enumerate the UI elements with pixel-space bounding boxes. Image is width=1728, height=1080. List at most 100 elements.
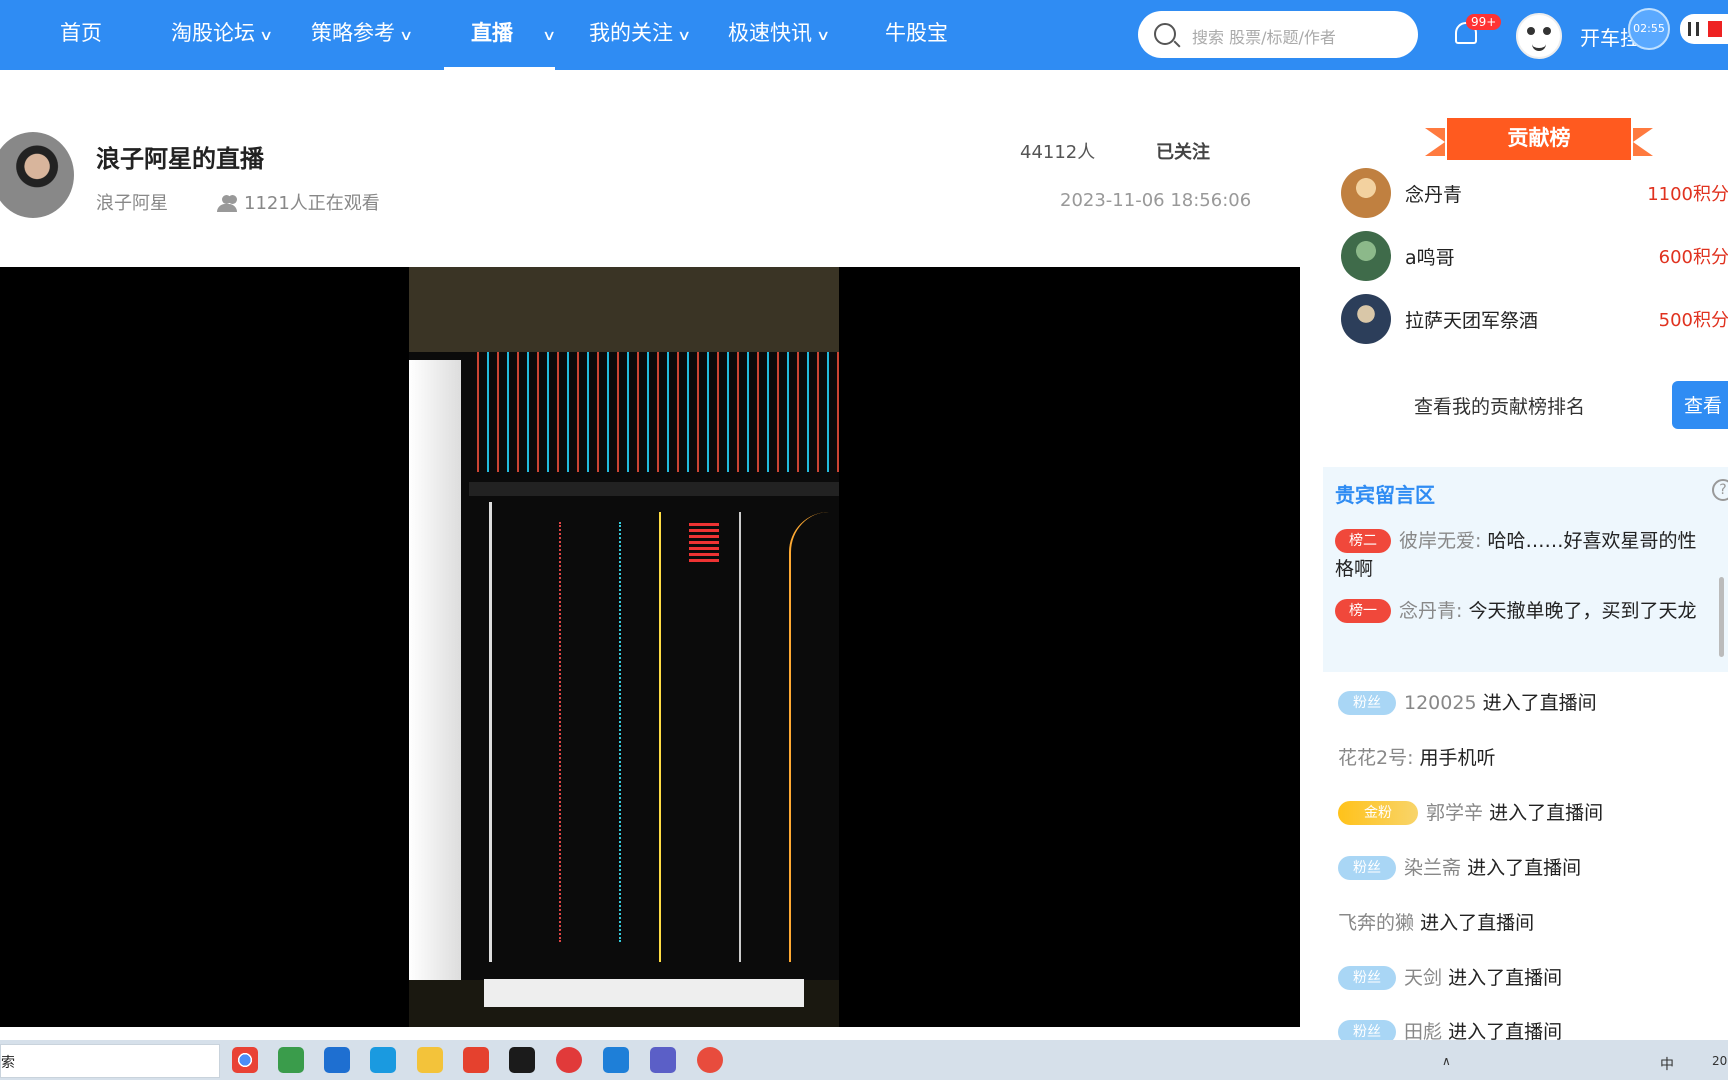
chevron-down-icon: ∨	[258, 28, 274, 44]
rank-points: 1100积分	[1647, 184, 1728, 205]
rank-item[interactable]: a鸣哥 600积分	[1341, 231, 1728, 283]
viewer-count: 1121人正在观看	[216, 189, 380, 215]
nav-label: 淘股论坛	[171, 21, 255, 45]
pause-icon	[1696, 22, 1699, 36]
folder-icon[interactable]	[417, 1047, 443, 1073]
avatar	[1341, 231, 1391, 281]
gold-fan-tag: 金粉	[1338, 801, 1418, 825]
rank-tag: 榜二	[1335, 529, 1391, 553]
list-item: 粉丝 120025 进入了直播间	[1338, 688, 1597, 715]
nav-label: 首页	[60, 21, 102, 45]
list-item: 花花2号: 用手机听	[1338, 743, 1496, 770]
feed-user[interactable]: 花花2号:	[1338, 747, 1414, 769]
vip-message: 榜二 彼岸无爱: 哈哈……好喜欢星哥的性格啊	[1335, 527, 1700, 583]
feed-text: 进入了直播间	[1482, 692, 1597, 714]
people-icon	[216, 195, 238, 212]
message-text: 今天撤单晚了，买到了天龙	[1468, 600, 1697, 622]
live-datetime: 2023-11-06 18:56:06	[1060, 190, 1252, 211]
chevron-up-icon[interactable]: ∧	[1442, 1054, 1451, 1068]
nav-item-live-dropdown[interactable]: ∨	[538, 0, 557, 70]
feed-text: 进入了直播间	[1467, 857, 1582, 879]
fan-tag: 粉丝	[1338, 691, 1396, 715]
host-name[interactable]: 浪子阿星	[96, 189, 168, 215]
rank-item[interactable]: 念丹青 1100积分	[1341, 168, 1728, 220]
nav-item-strategy[interactable]: 策略参考 ∨	[311, 0, 414, 70]
search-placeholder: 搜索 股票/标题/作者	[1192, 28, 1336, 47]
feed-text: 用手机听	[1419, 747, 1496, 769]
app-icon[interactable]	[370, 1047, 396, 1073]
feed-user[interactable]: 染兰斋	[1404, 857, 1461, 879]
teams-icon[interactable]	[650, 1047, 676, 1073]
check-rank-button[interactable]: 查看	[1672, 381, 1728, 429]
chevron-down-icon: ∨	[815, 28, 831, 44]
recording-timer[interactable]: 02:55	[1628, 8, 1670, 50]
feed-user[interactable]: 120025	[1404, 692, 1477, 714]
host-avatar[interactable]	[0, 132, 74, 218]
netease-music-icon[interactable]	[556, 1047, 582, 1073]
top-nav-bar: 首页 淘股论坛 ∨ 策略参考 ∨ 直播 ∨ 我的关注 ∨ 极速快讯 ∨ 牛股宝 搜索 股…	[0, 0, 1728, 70]
nav-item-forum[interactable]: 淘股论坛 ∨	[171, 0, 274, 70]
nav-label: 我的关注	[589, 21, 673, 45]
notification-button[interactable]: 99+	[1452, 14, 1502, 50]
feed-text: 进入了直播间	[1448, 967, 1563, 989]
message-user: 彼岸无爱:	[1399, 530, 1482, 552]
list-item: 金粉 郭学辛 进入了直播间	[1338, 798, 1603, 825]
user-avatar[interactable]	[1516, 13, 1562, 59]
feed-user[interactable]: 郭学辛	[1426, 802, 1483, 824]
nav-label: 极速快讯	[728, 21, 812, 45]
nav-item-flash-news[interactable]: 极速快讯 ∨	[728, 0, 831, 70]
vip-heading: 贵宾留言区	[1335, 483, 1435, 507]
search-input[interactable]: 搜索 股票/标题/作者	[1138, 11, 1418, 58]
chevron-down-icon: ∨	[676, 28, 692, 44]
chrome-icon[interactable]	[232, 1047, 258, 1073]
viewer-count-text: 1121人正在观看	[244, 193, 380, 214]
ime-indicator[interactable]: 中	[1660, 1054, 1674, 1074]
vip-message: 榜一 念丹青: 今天撤单晚了，买到了天龙	[1335, 597, 1700, 625]
list-item: 粉丝 天剑 进入了直播间	[1338, 963, 1562, 990]
os-taskbar	[0, 1040, 1728, 1080]
rank-item[interactable]: 拉萨天团军祭酒 500积分	[1341, 294, 1728, 346]
wps-icon[interactable]	[463, 1047, 489, 1073]
chevron-down-icon: ∨	[541, 28, 557, 44]
stop-icon[interactable]	[1708, 21, 1722, 37]
vip-message-area[interactable]: 贵宾留言区 ? 榜二 彼岸无爱: 哈哈……好喜欢星哥的性格啊 榜一 念丹青: 今天撤…	[1323, 467, 1728, 672]
rank-name: a鸣哥	[1405, 247, 1455, 269]
taskbar-search[interactable]: 索	[0, 1044, 220, 1078]
video-frame	[409, 267, 839, 1027]
my-rank-link[interactable]: 查看我的贡献榜排名	[1414, 392, 1585, 419]
nav-label: 牛股宝	[885, 21, 948, 45]
app-icon[interactable]	[324, 1047, 350, 1073]
message-user: 念丹青:	[1399, 600, 1463, 622]
nav-item-niugubao[interactable]: 牛股宝	[885, 0, 948, 70]
follow-button[interactable]: 已关注	[1156, 138, 1210, 164]
contribution-banner-label: 贡献榜	[1447, 118, 1631, 160]
chevron-down-icon: ∨	[398, 28, 414, 44]
feed-text: 进入了直播间	[1489, 802, 1604, 824]
feed-user[interactable]: 飞奔的獭	[1338, 912, 1414, 934]
pause-icon[interactable]	[1688, 22, 1691, 36]
rank-name: 念丹青	[1405, 184, 1463, 206]
feed-user[interactable]: 天剑	[1404, 967, 1442, 989]
terminal-icon[interactable]	[509, 1047, 535, 1073]
rank-tag: 榜一	[1335, 599, 1391, 623]
fan-tag: 粉丝	[1338, 856, 1396, 880]
notification-badge: 99+	[1466, 14, 1502, 30]
search-icon[interactable]	[1154, 23, 1176, 45]
app-icon[interactable]	[697, 1047, 723, 1073]
rank-points: 500积分	[1658, 310, 1728, 331]
scrollbar[interactable]	[1719, 577, 1724, 657]
app-icon[interactable]	[278, 1047, 304, 1073]
rank-points: 600积分	[1658, 247, 1728, 268]
avatar	[1341, 294, 1391, 344]
mail-icon[interactable]	[603, 1047, 629, 1073]
fan-tag: 粉丝	[1338, 966, 1396, 990]
clock[interactable]: 20	[1712, 1054, 1727, 1068]
nav-item-following[interactable]: 我的关注 ∨	[589, 0, 692, 70]
nav-label: 直播	[471, 21, 513, 45]
list-item: 粉丝 染兰斋 进入了直播间	[1338, 853, 1581, 880]
taskbar-search-text: 索	[1, 1055, 15, 1071]
nav-item-home[interactable]: 首页	[60, 0, 102, 70]
recording-controls[interactable]	[1680, 14, 1728, 44]
help-icon[interactable]: ?	[1712, 479, 1728, 501]
list-item: 飞奔的獭 进入了直播间	[1338, 908, 1534, 935]
